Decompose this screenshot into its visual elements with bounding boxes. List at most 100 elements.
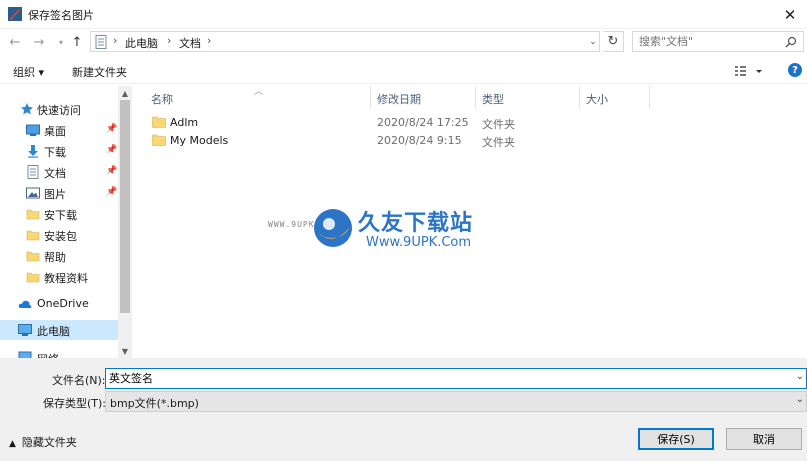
file-type: 文件夹 bbox=[482, 136, 515, 149]
scroll-up-icon[interactable]: ▲ bbox=[118, 86, 132, 100]
breadcrumb-documents[interactable]: 文档 bbox=[179, 35, 201, 51]
nav-label: 安装包 bbox=[44, 230, 77, 243]
computer-icon bbox=[18, 324, 32, 336]
nav-label: 快速访问 bbox=[37, 104, 81, 117]
nav-label: 安下载 bbox=[44, 209, 77, 222]
document-location-icon bbox=[95, 35, 107, 49]
breadcrumb-this-pc[interactable]: 此电脑 bbox=[125, 35, 158, 51]
window-title: 保存签名图片 bbox=[28, 9, 94, 22]
nav-item-folder[interactable]: 教程资料 bbox=[0, 267, 118, 287]
watermark: WWW.9UPK.COM 久友下载站 Www.9UPK.Com bbox=[268, 205, 498, 265]
chevron-down-icon[interactable]: ⌄ bbox=[796, 394, 804, 405]
back-arrow-icon[interactable]: ← bbox=[6, 33, 24, 51]
save-form: 文件名(N): ⌄ 保存类型(T): bmp文件(*.bmp) ⌄ ▲ 隐藏文件夹… bbox=[0, 358, 807, 461]
file-name: Adlm bbox=[170, 116, 199, 129]
nav-label: 桌面 bbox=[44, 125, 66, 138]
chevron-up-icon: ▲ bbox=[9, 439, 16, 449]
nav-item-this-pc[interactable]: 此电脑 bbox=[0, 320, 118, 340]
nav-label: 文档 bbox=[44, 167, 66, 180]
nav-item-documents[interactable]: 文档 📌 bbox=[0, 162, 118, 182]
nav-item-folder[interactable]: 帮助 bbox=[0, 246, 118, 266]
filename-input[interactable] bbox=[109, 371, 779, 384]
nav-item-desktop[interactable]: 桌面 📌 bbox=[0, 120, 118, 140]
column-header-type[interactable]: 类型 bbox=[482, 91, 504, 111]
file-type: 文件夹 bbox=[482, 118, 515, 131]
column-divider[interactable] bbox=[649, 86, 650, 109]
network-icon bbox=[18, 351, 32, 358]
download-icon bbox=[28, 145, 38, 158]
nav-item-folder[interactable]: 安装包 bbox=[0, 225, 118, 245]
breadcrumb-chevron-icon: › bbox=[207, 34, 212, 47]
folder-icon bbox=[26, 272, 40, 283]
nav-label: 网络 bbox=[37, 351, 59, 358]
pin-icon: 📌 bbox=[106, 124, 118, 134]
column-header-name[interactable]: 名称 bbox=[151, 91, 173, 111]
picture-icon bbox=[26, 187, 40, 199]
command-toolbar: 组织 ▾ 新建文件夹 ? bbox=[0, 57, 807, 84]
nav-quick-access[interactable]: 快速访问 bbox=[0, 99, 118, 119]
navigation-pane: 快速访问 桌面 📌 下载 📌 文档 📌 图片 📌 安下载 安装包 帮助 教程资料… bbox=[0, 86, 133, 358]
watermark-brand: 久友下载站 bbox=[358, 211, 474, 236]
nav-label: 下载 bbox=[44, 146, 66, 159]
address-box[interactable]: › 此电脑 › 文档 › bbox=[90, 31, 600, 52]
app-icon bbox=[8, 7, 22, 21]
folder-icon bbox=[152, 116, 166, 128]
folder-icon bbox=[26, 251, 40, 262]
cloud-icon bbox=[18, 300, 32, 308]
new-folder-button[interactable]: 新建文件夹 bbox=[72, 64, 127, 80]
hide-folders-label: 隐藏文件夹 bbox=[21, 436, 77, 449]
scroll-down-icon[interactable]: ▼ bbox=[118, 344, 132, 358]
help-icon[interactable]: ? bbox=[788, 63, 802, 77]
column-header-size[interactable]: 大小 bbox=[586, 91, 608, 111]
nav-label: 帮助 bbox=[44, 251, 66, 264]
column-divider[interactable] bbox=[579, 86, 580, 109]
column-divider[interactable] bbox=[475, 86, 476, 109]
filename-field[interactable]: ⌄ bbox=[105, 368, 807, 389]
nav-scrollbar[interactable]: ▲ ▼ bbox=[118, 86, 132, 358]
title-bar: 保存签名图片 ✕ bbox=[0, 0, 807, 29]
save-button[interactable]: 保存(S) bbox=[638, 428, 714, 450]
star-icon bbox=[21, 103, 33, 115]
file-name: My Models bbox=[170, 134, 229, 147]
hide-folders-toggle[interactable]: ▲ 隐藏文件夹 bbox=[9, 434, 77, 450]
search-icon bbox=[785, 36, 797, 48]
address-dropdown-icon[interactable]: ⌄ bbox=[584, 31, 602, 52]
pin-icon: 📌 bbox=[106, 166, 118, 176]
filetype-value: bmp文件(*.bmp) bbox=[110, 397, 199, 410]
filename-label: 文件名(N): bbox=[52, 374, 106, 387]
nav-item-pictures[interactable]: 图片 📌 bbox=[0, 183, 118, 203]
chevron-down-icon[interactable]: ⌄ bbox=[796, 371, 804, 382]
nav-item-onedrive[interactable]: OneDrive bbox=[0, 294, 118, 314]
folder-icon bbox=[152, 134, 166, 146]
file-row[interactable]: My Models 2020/8/24 9:15 文件夹 bbox=[133, 131, 807, 151]
close-button[interactable]: ✕ bbox=[773, 0, 807, 29]
document-icon bbox=[27, 165, 39, 179]
up-arrow-icon[interactable]: ↑ bbox=[68, 33, 86, 51]
breadcrumb-chevron-icon: › bbox=[113, 34, 118, 47]
organize-button[interactable]: 组织 ▾ bbox=[13, 64, 44, 80]
column-divider[interactable] bbox=[370, 86, 371, 109]
watermark-url: Www.9UPK.Com bbox=[366, 235, 472, 250]
file-row[interactable]: Adlm 2020/8/24 17:25 文件夹 bbox=[133, 113, 807, 133]
file-modified: 2020/8/24 9:15 bbox=[377, 134, 462, 147]
refresh-icon[interactable]: ↻ bbox=[603, 31, 624, 52]
file-modified: 2020/8/24 17:25 bbox=[377, 116, 469, 129]
pin-icon: 📌 bbox=[106, 145, 118, 155]
scroll-thumb[interactable] bbox=[120, 100, 130, 313]
nav-item-downloads[interactable]: 下载 📌 bbox=[0, 141, 118, 161]
nav-item-folder[interactable]: 安下载 bbox=[0, 204, 118, 224]
cancel-button[interactable]: 取消 bbox=[726, 428, 802, 450]
search-box[interactable] bbox=[632, 31, 804, 52]
nav-item-network[interactable]: 网络 bbox=[0, 348, 118, 358]
forward-arrow-icon[interactable]: → bbox=[30, 33, 48, 51]
search-input[interactable] bbox=[639, 35, 779, 48]
filetype-select[interactable]: bmp文件(*.bmp) ⌄ bbox=[105, 391, 807, 412]
nav-label: 教程资料 bbox=[44, 272, 88, 285]
view-options-icon[interactable] bbox=[733, 62, 769, 80]
breadcrumb-chevron-icon: › bbox=[167, 34, 172, 47]
sort-ascending-icon: ︿ bbox=[254, 87, 264, 97]
nav-label: OneDrive bbox=[37, 297, 89, 310]
folder-icon bbox=[26, 209, 40, 220]
column-header-modified[interactable]: 修改日期 bbox=[377, 91, 421, 111]
desktop-icon bbox=[26, 124, 40, 136]
